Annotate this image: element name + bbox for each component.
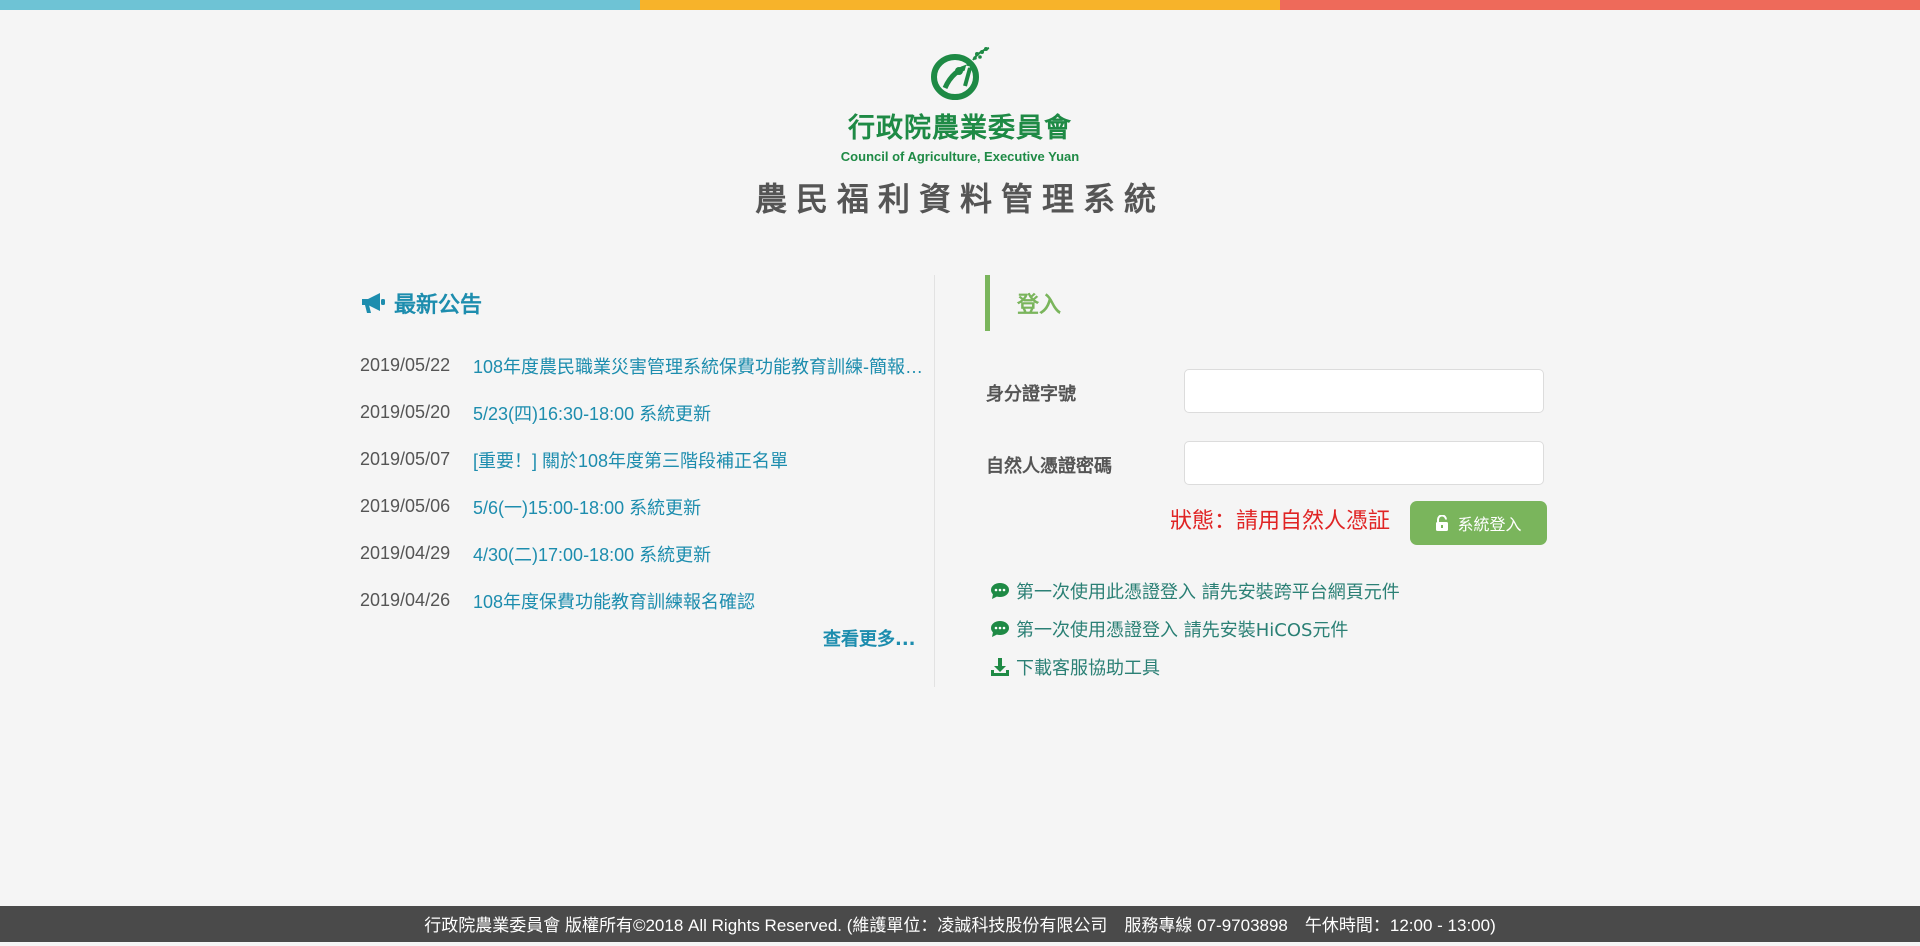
news-date: 2019/05/07 — [360, 449, 451, 469]
news-title-link[interactable]: [重要！] 關於108年度第三階段補正名單 — [473, 447, 935, 473]
unlock-icon — [1436, 515, 1449, 531]
news-title-link[interactable]: 5/23(四)16:30-18:00 系統更新 — [473, 400, 935, 426]
footer: 行政院農業委員會 版權所有©2018 All Rights Reserved. … — [0, 906, 1920, 942]
view-more-link[interactable]: 查看更多... — [823, 625, 916, 651]
org-name-en: Council of Agriculture, Executive Yuan — [840, 149, 1080, 164]
news-title-link[interactable]: 108年度保費功能教育訓練報名確認 — [473, 588, 935, 614]
org-name-zh: 行政院農業委員會 — [848, 113, 1072, 144]
news-heading: 最新公告 — [360, 278, 935, 328]
list-item: 2019/05/20 5/23(四)16:30-18:00 系統更新 — [360, 389, 935, 436]
list-item: 2019/05/22 108年度農民職業災害管理系統保費功能教育訓練-簡報下載 — [360, 342, 935, 389]
pin-label: 自然人憑證密碼 — [986, 456, 1112, 477]
megaphone-icon — [362, 293, 385, 313]
column-divider — [934, 275, 935, 687]
top-bar-blue — [0, 0, 640, 10]
pin-input[interactable] — [1184, 441, 1544, 485]
site-header: 行政院農業委員會 Council of Agriculture, Executi… — [0, 44, 1920, 220]
download-icon — [991, 658, 1009, 676]
download-support-tool-link[interactable]: 下載客服協助工具 — [990, 654, 1160, 680]
footer-text: 行政院農業委員會 版權所有©2018 All Rights Reserved. … — [424, 916, 1496, 935]
login-heading: 登入 — [985, 275, 1061, 331]
install-hicos-link[interactable]: 第一次使用憑證登入 請先安裝HiCOS元件 — [990, 616, 1348, 642]
system-login-button-label: 系統登入 — [1457, 515, 1522, 534]
news-date: 2019/05/06 — [360, 496, 451, 516]
list-item: 2019/04/26 108年度保費功能教育訓練報名確認 — [360, 577, 935, 624]
list-item: 2019/05/07 [重要！] 關於108年度第三階段補正名單 — [360, 436, 935, 483]
top-color-bar — [0, 0, 1920, 10]
status-text: 狀態：請用自然人憑証 — [1170, 509, 1391, 534]
install-hicos-label: 第一次使用憑證登入 請先安裝HiCOS元件 — [1016, 620, 1349, 641]
system-login-button[interactable]: 系統登入 — [1410, 501, 1547, 545]
news-title-link[interactable]: 108年度農民職業災害管理系統保費功能教育訓練-簡報下載 — [473, 353, 935, 379]
news-date: 2019/05/20 — [360, 402, 451, 422]
news-date: 2019/04/26 — [360, 590, 451, 610]
install-web-component-link[interactable]: 第一次使用此憑證登入 請先安裝跨平台網頁元件 — [990, 578, 1400, 604]
news-date: 2019/05/22 — [360, 355, 451, 375]
news-list: 2019/05/22 108年度農民職業災害管理系統保費功能教育訓練-簡報下載 … — [360, 342, 935, 624]
news-date: 2019/04/29 — [360, 543, 451, 563]
news-title-link[interactable]: 5/6(一)15:00-18:00 系統更新 — [473, 494, 935, 520]
news-panel: 最新公告 2019/05/22 108年度農民職業災害管理系統保費功能教育訓練-… — [360, 278, 935, 624]
chat-bubble-icon — [991, 621, 1009, 637]
id-number-input[interactable] — [1184, 369, 1544, 413]
login-heading-label: 登入 — [1017, 293, 1062, 318]
list-item: 2019/04/29 4/30(二)17:00-18:00 系統更新 — [360, 530, 935, 577]
chat-bubble-icon — [991, 583, 1009, 599]
list-item: 2019/05/06 5/6(一)15:00-18:00 系統更新 — [360, 483, 935, 530]
top-bar-red — [1280, 0, 1920, 10]
id-number-label: 身分證字號 — [986, 384, 1076, 405]
system-title: 農民福利資料管理系統 — [754, 180, 1165, 218]
install-web-component-label: 第一次使用此憑證登入 請先安裝跨平台網頁元件 — [1016, 582, 1400, 603]
top-bar-yellow — [640, 0, 1280, 10]
news-title-link[interactable]: 4/30(二)17:00-18:00 系統更新 — [473, 541, 935, 567]
coa-logo-icon — [931, 47, 990, 100]
news-heading-label: 最新公告 — [394, 293, 483, 318]
download-support-tool-label: 下載客服協助工具 — [1016, 658, 1160, 679]
